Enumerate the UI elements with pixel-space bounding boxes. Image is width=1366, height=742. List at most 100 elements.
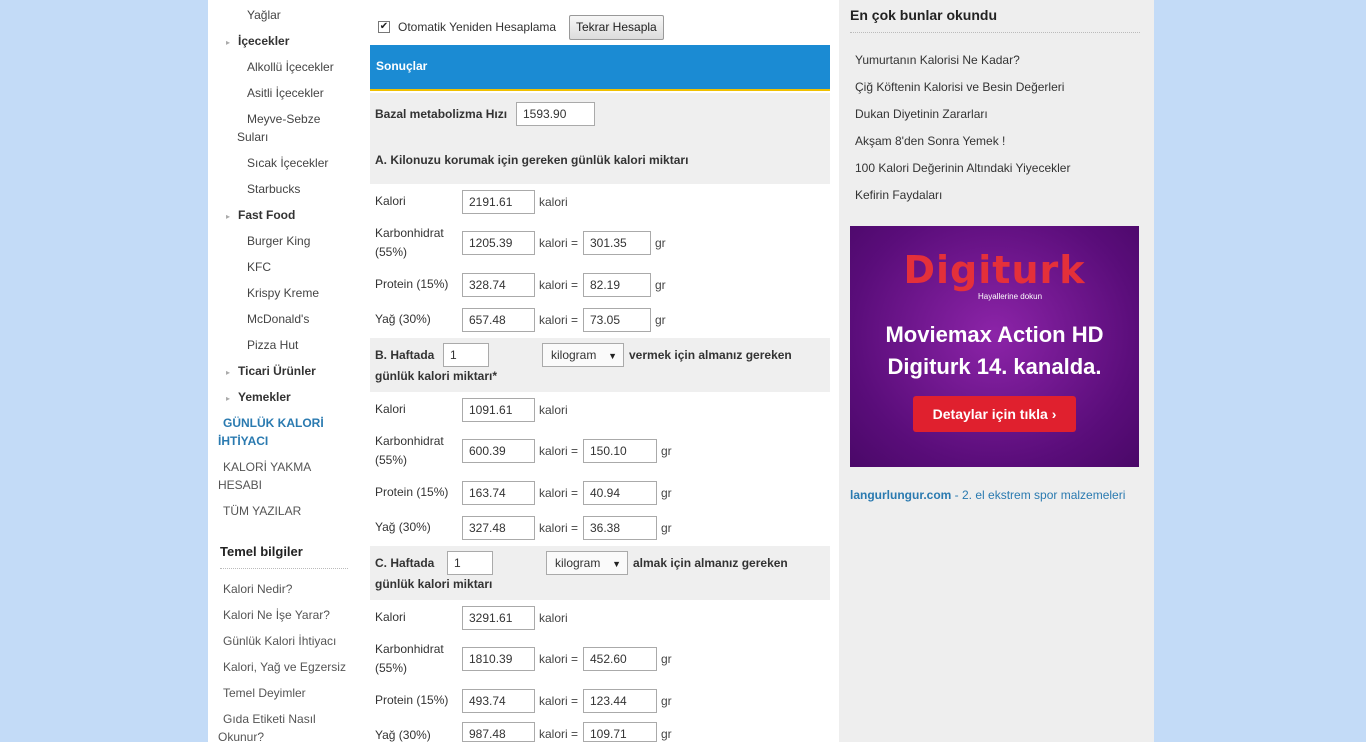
sidebar-category-icecekler[interactable]: ▸ İçecekler	[226, 32, 289, 52]
sponsor-site[interactable]: langurlungur.com	[850, 488, 951, 502]
sponsor-link[interactable]: langurlungur.com - 2. el ekstrem spor ma…	[850, 488, 1125, 502]
most-read-link[interactable]: Dukan Diyetinin Zararları	[855, 107, 988, 121]
unit-label: gr	[655, 313, 666, 327]
most-read-link[interactable]: Kefirin Faydaları	[855, 188, 942, 202]
unit-label: kalori =	[539, 278, 579, 292]
unit-label: gr	[661, 652, 672, 666]
unit-label: kalori	[539, 195, 568, 209]
left-sidebar: Yağlar ▸ İçecekler Alkollü İçecekler Asit…	[208, 0, 358, 742]
most-read-link[interactable]: 100 Kalori Değerinin Altındaki Yiyecekle…	[855, 161, 1070, 175]
unit-label: kalori =	[539, 236, 579, 250]
sidebar-link-temel-deyimler[interactable]: Temel Deyimler	[218, 684, 348, 702]
b-karb-gr-field[interactable]: 150.10	[583, 439, 657, 463]
temel-bilgiler-heading: Temel bilgiler	[220, 544, 303, 559]
sidebar-category-ticari[interactable]: ▸ Ticari Ürünler	[226, 362, 316, 382]
b-protein-gr-field[interactable]: 40.94	[583, 481, 657, 505]
ad-headline-1: Moviemax Action HD	[885, 322, 1104, 347]
b-yag-label: Yağ (30%)	[375, 520, 431, 534]
sidebar-item-burger-king[interactable]: Burger King	[247, 232, 357, 250]
c-yag-gr-field[interactable]: 109.71	[583, 722, 657, 742]
most-read-link[interactable]: Akşam 8'den Sonra Yemek !	[855, 134, 1005, 148]
section-a-title: A. Kilonuzu korumak için gereken günlük …	[375, 153, 689, 167]
b-karb-field[interactable]: 600.39	[462, 439, 535, 463]
section-a-header: A. Kilonuzu korumak için gereken günlük …	[370, 139, 830, 184]
bmr-row: Bazal metabolizma Hızı 1593.90	[370, 93, 830, 139]
right-sidebar: En çok bunlar okundu Yumurtanın Kalorisi…	[839, 0, 1154, 742]
c-protein-gr-field[interactable]: 123.44	[583, 689, 657, 713]
a-protein-gr-field[interactable]: 82.19	[583, 273, 651, 297]
recalculate-button[interactable]: Tekrar Hesapla	[569, 15, 664, 40]
unit-label: kalori =	[539, 694, 579, 708]
b-yag-gr-field[interactable]: 36.38	[583, 516, 657, 540]
c-karb-field[interactable]: 1810.39	[462, 647, 535, 671]
sidebar-item-krispy-kreme[interactable]: Krispy Kreme	[247, 284, 357, 302]
section-b-suffix: vermek için almanız gereken	[629, 348, 792, 362]
section-c-amount-field[interactable]: 1	[447, 551, 493, 575]
section-c-unit-select[interactable]: kilogram ▼	[546, 551, 628, 575]
unit-label: gr	[655, 278, 666, 292]
most-read-heading: En çok bunlar okundu	[850, 7, 998, 23]
most-read-link[interactable]: Çiğ Köftenin Kalorisi ve Besin Değerleri	[855, 80, 1064, 94]
c-yag-field[interactable]: 987.48	[462, 722, 535, 742]
sidebar-category-yemekler[interactable]: ▸ Yemekler	[226, 388, 291, 408]
divider	[850, 32, 1140, 33]
a-protein-field[interactable]: 328.74	[462, 273, 535, 297]
sidebar-link-kalori-ne-ise-yarar[interactable]: Kalori Ne İşe Yarar?	[218, 606, 348, 624]
sidebar-category-fast-food[interactable]: ▸ Fast Food	[226, 206, 295, 226]
caret-right-icon: ▸	[226, 38, 231, 47]
sidebar-item-pizza-hut[interactable]: Pizza Hut	[247, 336, 357, 354]
c-karb-gr-field[interactable]: 452.60	[583, 647, 657, 671]
unit-label: kalori =	[539, 486, 579, 500]
b-protein-field[interactable]: 163.74	[462, 481, 535, 505]
a-yag-gr-field[interactable]: 73.05	[583, 308, 651, 332]
sidebar-item-asitli[interactable]: Asitli İçecekler	[247, 84, 357, 102]
digiturk-logo: Digiturk	[903, 248, 1086, 292]
a-karb-field[interactable]: 1205.39	[462, 231, 535, 255]
c-kalori-field[interactable]: 3291.61	[462, 606, 535, 630]
c-karb-label: Karbonhidrat (55%)	[375, 642, 444, 675]
a-protein-label: Protein (15%)	[375, 277, 449, 291]
c-protein-label: Protein (15%)	[375, 693, 449, 707]
digiturk-ad-banner[interactable]: Digiturk Hayallerine dokun Moviemax Acti…	[850, 226, 1139, 467]
results-title: Sonuçlar	[376, 59, 428, 73]
sidebar-link-tum-yazilar[interactable]: TÜM YAZILAR	[218, 502, 348, 520]
auto-recalc-checkbox[interactable]: ✔	[378, 21, 390, 33]
unit-label: gr	[655, 236, 666, 250]
b-yag-field[interactable]: 327.48	[462, 516, 535, 540]
sidebar-item-alkollu[interactable]: Alkollü İçecekler	[247, 58, 357, 76]
b-kalori-label: Kalori	[375, 402, 406, 416]
b-kalori-field[interactable]: 1091.61	[462, 398, 535, 422]
sidebar-link-gunluk-kalori[interactable]: GÜNLÜK KALORİ İHTİYACI	[218, 414, 328, 450]
sidebar-item-sicak[interactable]: Sıcak İçecekler	[247, 154, 357, 172]
sidebar-link-kalori-nedir[interactable]: Kalori Nedir?	[218, 580, 348, 598]
c-protein-field[interactable]: 493.74	[462, 689, 535, 713]
caret-right-icon: ▸	[226, 394, 231, 403]
a-yag-label: Yağ (30%)	[375, 312, 431, 326]
most-read-link[interactable]: Yumurtanın Kalorisi Ne Kadar?	[855, 53, 1020, 67]
ad-details-button[interactable]: Detaylar için tıkla ›	[913, 396, 1076, 432]
sidebar-item-yaglar[interactable]: Yağlar	[247, 6, 357, 24]
sidebar-link-kalori-yakma[interactable]: KALORİ YAKMA HESABI	[218, 458, 318, 494]
a-karb-gr-field[interactable]: 301.35	[583, 231, 651, 255]
sidebar-link-gida-etiketi[interactable]: Gıda Etiketi Nasıl Okunur?	[218, 710, 328, 742]
sidebar-link-gunluk-kalori-ihtiyaci[interactable]: Günlük Kalori İhtiyacı	[218, 632, 348, 650]
sidebar-item-kfc[interactable]: KFC	[247, 258, 357, 276]
page: Yağlar ▸ İçecekler Alkollü İçecekler Asit…	[208, 0, 1154, 742]
sidebar-item-mcdonalds[interactable]: McDonald's	[247, 310, 357, 328]
section-b-unit-select[interactable]: kilogram ▼	[542, 343, 624, 367]
section-c-line2: günlük kalori miktarı	[375, 577, 493, 591]
section-b-amount-field[interactable]: 1	[443, 343, 489, 367]
section-c-header: C. Haftada 1 kilogram ▼ almak için almanı…	[370, 546, 830, 600]
sidebar-item-meyve-sebze[interactable]: Meyve-Sebze Suları	[237, 110, 337, 146]
caret-right-icon: ▸	[226, 368, 231, 377]
bmr-value-field[interactable]: 1593.90	[516, 102, 595, 126]
sidebar-item-starbucks[interactable]: Starbucks	[247, 180, 357, 198]
b-protein-label: Protein (15%)	[375, 485, 449, 499]
unit-label: kalori =	[539, 313, 579, 327]
a-yag-field[interactable]: 657.48	[462, 308, 535, 332]
a-kalori-field[interactable]: 2191.61	[462, 190, 535, 214]
calculator-results: ✔ Otomatik Yeniden Hesaplama Tekrar Hesa…	[370, 0, 830, 742]
section-c-prefix: C. Haftada	[375, 556, 435, 570]
sidebar-link-kalori-yag-egzersiz[interactable]: Kalori, Yağ ve Egzersiz	[218, 658, 348, 676]
dropdown-arrow-icon: ▼	[608, 351, 617, 361]
